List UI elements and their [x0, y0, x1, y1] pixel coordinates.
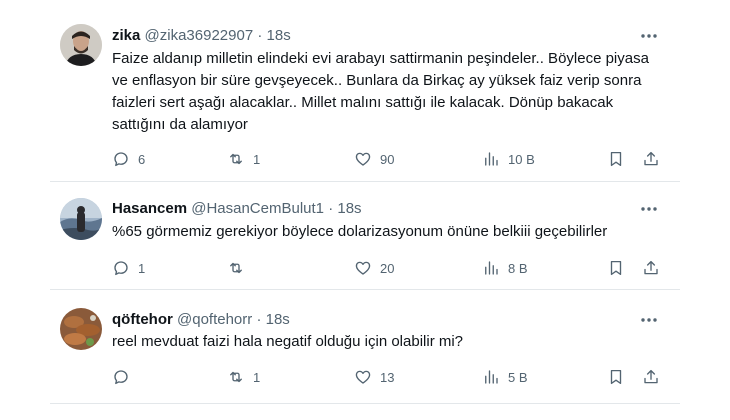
share-icon [644, 260, 658, 275]
tweet-header: Hasancem @HasanCemBulut1 · 18s [112, 200, 362, 218]
more-dots-icon[interactable] [636, 200, 662, 218]
tweet-text: Faize aldanıp milletin elindeki evi arab… [112, 50, 649, 133]
separator: · [257, 27, 263, 44]
handle[interactable]: @zika36922907 [145, 27, 254, 44]
views-count: 10 B [508, 151, 535, 167]
tweet-actions: 1 13 5 B [112, 366, 672, 388]
timestamp[interactable]: 18s [266, 311, 290, 328]
retweet-count: 1 [253, 369, 261, 385]
share-icon [644, 369, 658, 384]
like-count: 90 [380, 151, 395, 167]
separator: · [256, 311, 262, 328]
share-button[interactable] [642, 366, 660, 388]
views-button[interactable]: 5 B [482, 366, 528, 388]
display-name[interactable]: zika [112, 27, 140, 44]
bookmark-icon [610, 369, 622, 385]
retweet-button[interactable]: 1 [227, 148, 260, 170]
views-chart-icon [485, 370, 498, 384]
share-button[interactable] [642, 148, 660, 170]
reply-icon [114, 152, 128, 167]
heart-icon [355, 152, 371, 166]
retweet-button[interactable] [227, 257, 253, 279]
tweet-actions: 6 1 90 10 B [112, 148, 672, 170]
bookmark-icon [610, 151, 622, 167]
like-button[interactable]: 20 [354, 257, 394, 279]
like-count: 13 [380, 369, 395, 385]
bookmark-icon [610, 260, 622, 276]
user-photo-avatar-icon [60, 24, 102, 66]
views-button[interactable]: 10 B [482, 148, 535, 170]
heart-icon [355, 370, 371, 384]
display-name[interactable]: qöftehor [112, 311, 173, 328]
food-photo-avatar-icon [60, 308, 102, 350]
more-dots-icon[interactable] [636, 311, 662, 329]
reply-button[interactable] [112, 366, 138, 388]
tweet-actions: 1 20 8 B [112, 257, 672, 279]
tweet-header: qöftehor @qoftehorr · 18s [112, 311, 290, 329]
like-button[interactable]: 13 [354, 366, 394, 388]
like-button[interactable]: 90 [354, 148, 394, 170]
views-button[interactable]: 8 B [482, 257, 528, 279]
tweet-hasancem[interactable]: Hasancem @HasanCemBulut1 · 18s %65 görme… [50, 182, 680, 290]
bookmark-button[interactable] [607, 366, 625, 388]
like-count: 20 [380, 260, 395, 276]
timestamp[interactable]: 18s [337, 200, 361, 217]
share-icon [644, 151, 658, 166]
tweet-text: %65 görmemiz gerekiyor böylece dolarizas… [112, 223, 608, 240]
reply-icon [114, 370, 128, 385]
retweet-button[interactable]: 1 [227, 366, 260, 388]
views-count: 8 B [508, 260, 528, 276]
bookmark-button[interactable] [607, 148, 625, 170]
retweet-count: 1 [253, 151, 261, 167]
next-tweet-edge [50, 404, 680, 420]
views-chart-icon [485, 152, 498, 166]
share-button[interactable] [642, 257, 660, 279]
more-dots-icon[interactable] [636, 27, 662, 45]
handle[interactable]: @HasanCemBulut1 [191, 200, 324, 217]
avatar[interactable] [60, 308, 102, 350]
handle[interactable]: @qoftehorr [177, 311, 252, 328]
bookmark-button[interactable] [607, 257, 625, 279]
avatar[interactable] [60, 198, 102, 240]
separator: · [328, 200, 334, 217]
retweet-icon [230, 371, 242, 383]
retweet-icon [230, 262, 242, 274]
avatar[interactable] [60, 24, 102, 66]
views-count: 5 B [508, 369, 528, 385]
tweet-text: reel mevduat faizi hala negatif olduğu i… [112, 333, 464, 350]
timestamp[interactable]: 18s [267, 27, 291, 44]
tweet-qoftehor[interactable]: qöftehor @qoftehorr · 18s reel mevduat f… [50, 290, 680, 404]
reply-button[interactable]: 6 [112, 148, 145, 170]
reply-button[interactable]: 1 [112, 257, 145, 279]
landscape-photo-avatar-icon [60, 198, 102, 240]
retweet-icon [230, 153, 242, 165]
heart-icon [355, 261, 371, 275]
tweet-zika[interactable]: zika @zika36922907 · 18s Faize aldanıp m… [50, 0, 680, 182]
reply-icon [114, 261, 128, 276]
display-name[interactable]: Hasancem [112, 200, 187, 217]
reply-count: 6 [138, 151, 146, 167]
reply-count: 1 [138, 260, 146, 276]
timeline: zika @zika36922907 · 18s Faize aldanıp m… [50, 0, 680, 420]
views-chart-icon [485, 261, 498, 275]
tweet-header: zika @zika36922907 · 18s [112, 27, 291, 45]
